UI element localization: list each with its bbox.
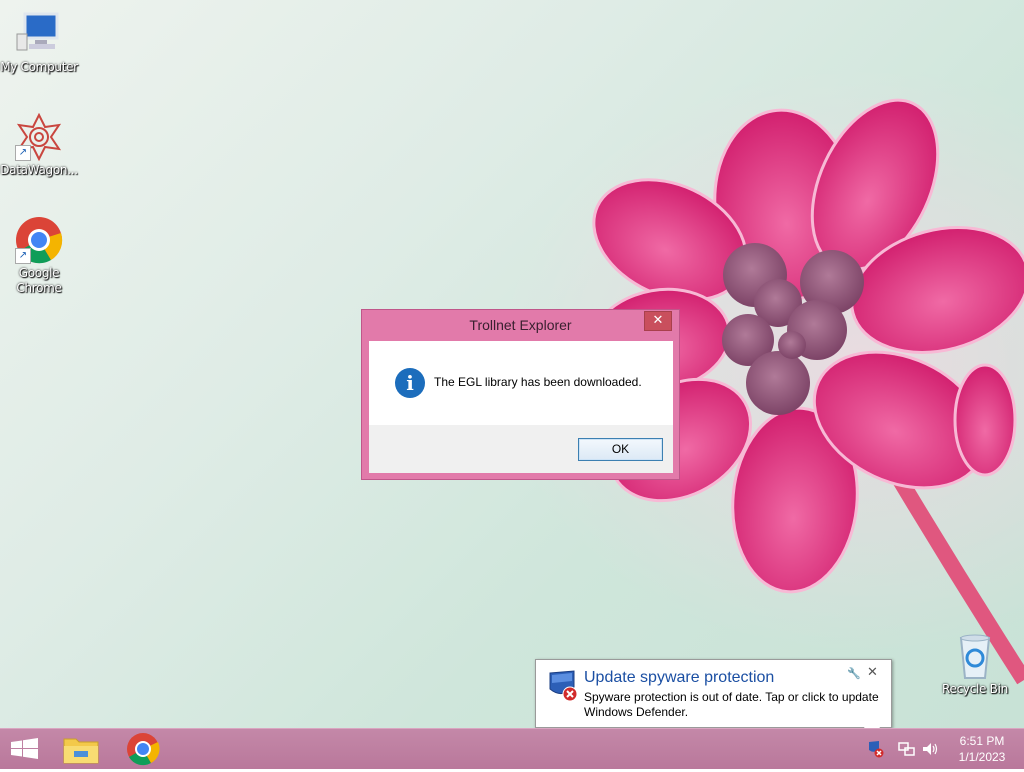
desktop: My Computer ↗ DataWagon... ↗ Google Chro… (0, 0, 1024, 728)
taskbar-clock[interactable]: 6:51 PM 1/1/2023 (950, 733, 1014, 765)
datawagon-icon: ↗ (15, 112, 63, 162)
notification-balloon[interactable]: Update spyware protection Spyware protec… (535, 659, 892, 728)
start-button[interactable] (0, 729, 50, 769)
chrome-taskbar-button[interactable] (118, 729, 168, 769)
message-dialog: Trollnet Explorer ✕ i The EGL library ha… (361, 309, 680, 480)
dialog-title: Trollnet Explorer (469, 317, 572, 333)
defender-warning-icon[interactable] (867, 740, 885, 758)
recycle-bin-icon (951, 632, 999, 680)
close-icon[interactable]: ✕ (867, 665, 878, 680)
taskbar: 6:51 PM 1/1/2023 (0, 728, 1024, 769)
notification-title: Update spyware protection (584, 669, 775, 686)
file-explorer-button[interactable] (56, 729, 106, 769)
shortcut-arrow-icon: ↗ (15, 248, 31, 264)
clock-time: 6:51 PM (959, 734, 1005, 748)
wrench-icon[interactable]: 🔧 (847, 667, 861, 680)
windows-logo-icon (11, 738, 38, 759)
file-explorer-icon (63, 738, 99, 764)
chrome-icon (127, 733, 160, 766)
defender-shield-icon (549, 670, 578, 702)
dialog-body: i The EGL library has been downloaded. O… (369, 341, 673, 473)
volume-icon[interactable] (921, 740, 939, 758)
notification-text: Spyware protection is out of date. Tap o… (584, 690, 879, 719)
info-icon: i (395, 368, 425, 398)
clock-date: 1/1/2023 (958, 750, 1006, 764)
desktop-icon-google-chrome[interactable]: ↗ Google Chrome (0, 216, 78, 296)
ok-button[interactable]: OK (578, 438, 663, 461)
desktop-icon-label: Google Chrome (16, 266, 62, 295)
dialog-close-button[interactable]: ✕ (644, 311, 672, 331)
desktop-icon-label: DataWagon... (0, 163, 78, 177)
desktop-icon-label: My Computer (0, 60, 78, 74)
dialog-message: The EGL library has been downloaded. (434, 375, 642, 389)
network-icon[interactable] (897, 740, 915, 758)
dialog-footer: OK (369, 425, 673, 473)
desktop-icon-my-computer[interactable]: My Computer (0, 10, 78, 75)
computer-icon (15, 10, 63, 58)
chrome-icon: ↗ (15, 216, 63, 264)
shortcut-arrow-icon: ↗ (15, 145, 31, 161)
desktop-icon-datawagon[interactable]: ↗ DataWagon... (0, 112, 78, 178)
desktop-icon-label: Recycle Bin (942, 682, 1008, 696)
desktop-icon-recycle-bin[interactable]: Recycle Bin (936, 632, 1014, 697)
